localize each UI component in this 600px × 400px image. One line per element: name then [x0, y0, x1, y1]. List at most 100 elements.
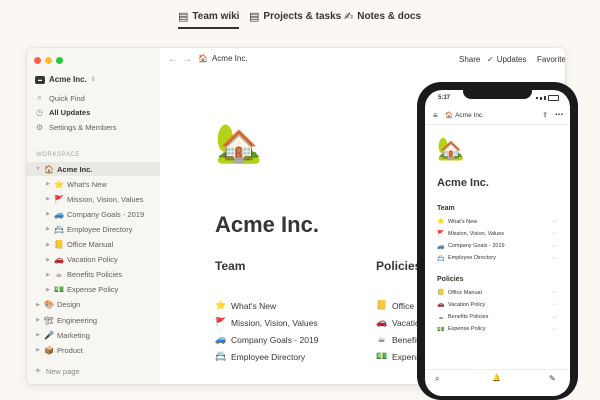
top-tab-bar: ▤ Team wiki ▤ Projects & tasks ✍ Notes &…	[0, 0, 600, 30]
phone-list-item[interactable]: 🚙 Company Goals - 2019 ⋯	[437, 243, 558, 250]
tab-team-wiki[interactable]: ▤ Team wiki	[178, 7, 240, 29]
sidebar-item[interactable]: ▼ 🏠 Acme Inc.	[27, 162, 160, 176]
search-icon[interactable]: ⌕	[435, 374, 439, 384]
tab-projects-tasks[interactable]: ▤ Projects & tasks	[249, 7, 341, 25]
sidebar-item[interactable]: ▶ 💵 Expense Policy	[27, 283, 160, 297]
phone-list-label: Vacation Policy	[448, 301, 486, 308]
hamburger-menu-icon[interactable]: ≡	[433, 111, 438, 120]
triangle-right-icon[interactable]: ▶	[45, 272, 51, 278]
workspace-section-label: WORKSPACE	[36, 152, 80, 158]
page-link[interactable]: 📇 Employee Directory	[215, 351, 305, 362]
sidebar-item-label: Product	[57, 345, 83, 355]
triangle-right-icon[interactable]: ▶	[45, 226, 51, 232]
phone-list-item[interactable]: 🚗 Vacation Policy ⋯	[437, 301, 559, 309]
more-options-icon[interactable]: ⋯	[552, 218, 559, 225]
triangle-right-icon[interactable]: ▶	[45, 181, 51, 187]
triangle-right-icon[interactable]: ▶	[45, 257, 51, 263]
triangle-right-icon[interactable]: ▶	[45, 242, 51, 248]
phone-team-heading: Team	[437, 205, 455, 212]
more-options-icon[interactable]: ⋯	[552, 289, 559, 296]
sidebar-item-label: Acme Inc.	[57, 164, 93, 174]
compose-icon[interactable]: ✎	[549, 374, 556, 383]
minimize-window-button[interactable]	[45, 57, 52, 64]
page-link[interactable]: 🚩 Mission, Vision, Values	[215, 317, 318, 328]
back-arrow-icon[interactable]: ←	[168, 54, 178, 65]
more-options-icon[interactable]: ⋯	[552, 230, 559, 237]
page-emoji-icon: 📇	[54, 224, 64, 234]
sidebar-item[interactable]: ▶ 📇 Employee Directory	[27, 222, 160, 236]
settings-members-button[interactable]: ⚙ Settings & Members	[35, 123, 117, 132]
phone-list-item[interactable]: 🚩 Mission, Vision, Values ⋯	[437, 230, 559, 238]
sidebar-item[interactable]: ▶ 🚩 Mission, Vision, Values	[27, 192, 160, 206]
triangle-down-icon[interactable]: ▼	[35, 166, 41, 172]
close-window-button[interactable]	[34, 57, 41, 64]
phone-list-label: Expense Policy	[448, 326, 486, 333]
phone-list-item[interactable]: 📇 Employee Directory ⋯	[437, 255, 558, 262]
tab-label: Projects & tasks	[263, 10, 342, 22]
sidebar-item[interactable]: ▶ 🎨 Design	[27, 298, 160, 312]
triangle-right-icon[interactable]: ▶	[45, 211, 51, 217]
triangle-right-icon[interactable]: ▶	[35, 347, 41, 353]
sidebar-item-label: What's New	[67, 179, 107, 189]
all-updates-button[interactable]: ◷ All Updates	[35, 108, 90, 117]
more-options-icon[interactable]: ⋯	[552, 301, 559, 308]
house-with-garden-icon[interactable]: 🏡	[215, 124, 262, 164]
bell-icon[interactable]: 🔔	[492, 374, 501, 382]
share-button[interactable]: Share	[459, 55, 480, 64]
page-link[interactable]: ⭐ What's New	[215, 300, 276, 311]
favorite-button[interactable]: Favorite	[537, 55, 565, 64]
zoom-window-button[interactable]	[56, 57, 63, 64]
phone-list-item[interactable]: 💵 Expense Policy ⋯	[437, 326, 558, 333]
phone-list-item[interactable]: 📒 Office Manual ⋯	[437, 289, 559, 297]
page-link-label: Company Goals - 2019	[231, 334, 319, 345]
page-emoji-icon: 🚙	[54, 209, 64, 219]
more-options-icon[interactable]: ⋯	[552, 255, 559, 262]
triangle-right-icon[interactable]: ▶	[35, 332, 41, 338]
quick-find-button[interactable]: ⌕ Quick Find	[35, 93, 85, 103]
tab-label: Team wiki	[192, 10, 240, 22]
sidebar-item-label: Vacation Policy	[67, 255, 118, 265]
phone-list-label: Company Goals - 2019	[448, 243, 505, 250]
sidebar-item[interactable]: ▶ ☕ Benefits Policies	[27, 268, 160, 282]
page-emoji-icon: 💵	[54, 285, 64, 295]
forward-arrow-icon[interactable]: →	[182, 54, 192, 65]
updates-label: Updates	[496, 55, 527, 64]
triangle-right-icon[interactable]: ▶	[35, 317, 41, 323]
workspace-switcher[interactable]: ▬ Acme Inc. ⇕	[35, 75, 96, 84]
more-options-icon[interactable]: ⋯	[552, 243, 559, 250]
phone-list-item[interactable]: ⭐ What's New ⋯	[437, 218, 559, 226]
sidebar-item[interactable]: ▶ 📒 Office Manual	[27, 238, 160, 252]
sidebar-item[interactable]: ▶ 🚙 Company Goals - 2019	[27, 207, 160, 221]
breadcrumb[interactable]: 🏠 Acme Inc.	[198, 54, 248, 63]
triangle-right-icon[interactable]: ▶	[45, 196, 51, 202]
phone-policies-heading: Policies	[437, 276, 464, 283]
triangle-right-icon[interactable]: ▶	[45, 287, 51, 293]
workspace-logo-icon: ▬	[35, 75, 45, 84]
signal-battery-icon	[536, 95, 559, 101]
page-emoji-icon: ☕	[377, 334, 386, 344]
page-title[interactable]: Acme Inc.	[215, 212, 319, 238]
sidebar-item[interactable]: ▶ 🚗 Vacation Policy	[27, 253, 160, 267]
more-options-icon[interactable]: ⋯	[552, 326, 559, 333]
phone-list-item[interactable]: ☕ Benefits Policies ⋯	[437, 314, 558, 321]
sidebar-item[interactable]: ▶ 📦 Product	[27, 343, 160, 357]
menu-label: Quick Find	[49, 93, 85, 103]
more-options-icon[interactable]: ⋯	[555, 110, 563, 119]
page-emoji-icon: 🚩	[215, 317, 227, 327]
page-emoji-icon: 🚗	[54, 255, 64, 265]
new-page-button[interactable]: + New page	[35, 366, 80, 377]
triangle-right-icon[interactable]: ▶	[35, 302, 41, 308]
house-icon: 🏠	[445, 112, 454, 119]
share-icon[interactable]: ⇪	[542, 111, 548, 119]
tab-notes-docs[interactable]: ✍ Notes & docs	[344, 7, 421, 25]
sidebar-item[interactable]: ▶ ⭐ What's New	[27, 177, 160, 191]
more-options-icon[interactable]: ⋯	[552, 314, 559, 321]
page-emoji-icon: 📒	[376, 300, 388, 310]
plus-icon: +	[35, 366, 41, 377]
phone-header: ≡ 🏠 Acme Inc. ⇪ ⋯	[425, 108, 570, 125]
phone-breadcrumb[interactable]: 🏠 Acme Inc.	[445, 111, 484, 120]
sidebar-item[interactable]: ▶ 🎤 Marketing	[27, 328, 160, 342]
sidebar-item[interactable]: ▶ 🏗 Engineering	[27, 313, 160, 327]
page-link[interactable]: 🚙 Company Goals - 2019	[215, 334, 318, 345]
updates-button[interactable]: ✓ Updates	[487, 55, 527, 64]
